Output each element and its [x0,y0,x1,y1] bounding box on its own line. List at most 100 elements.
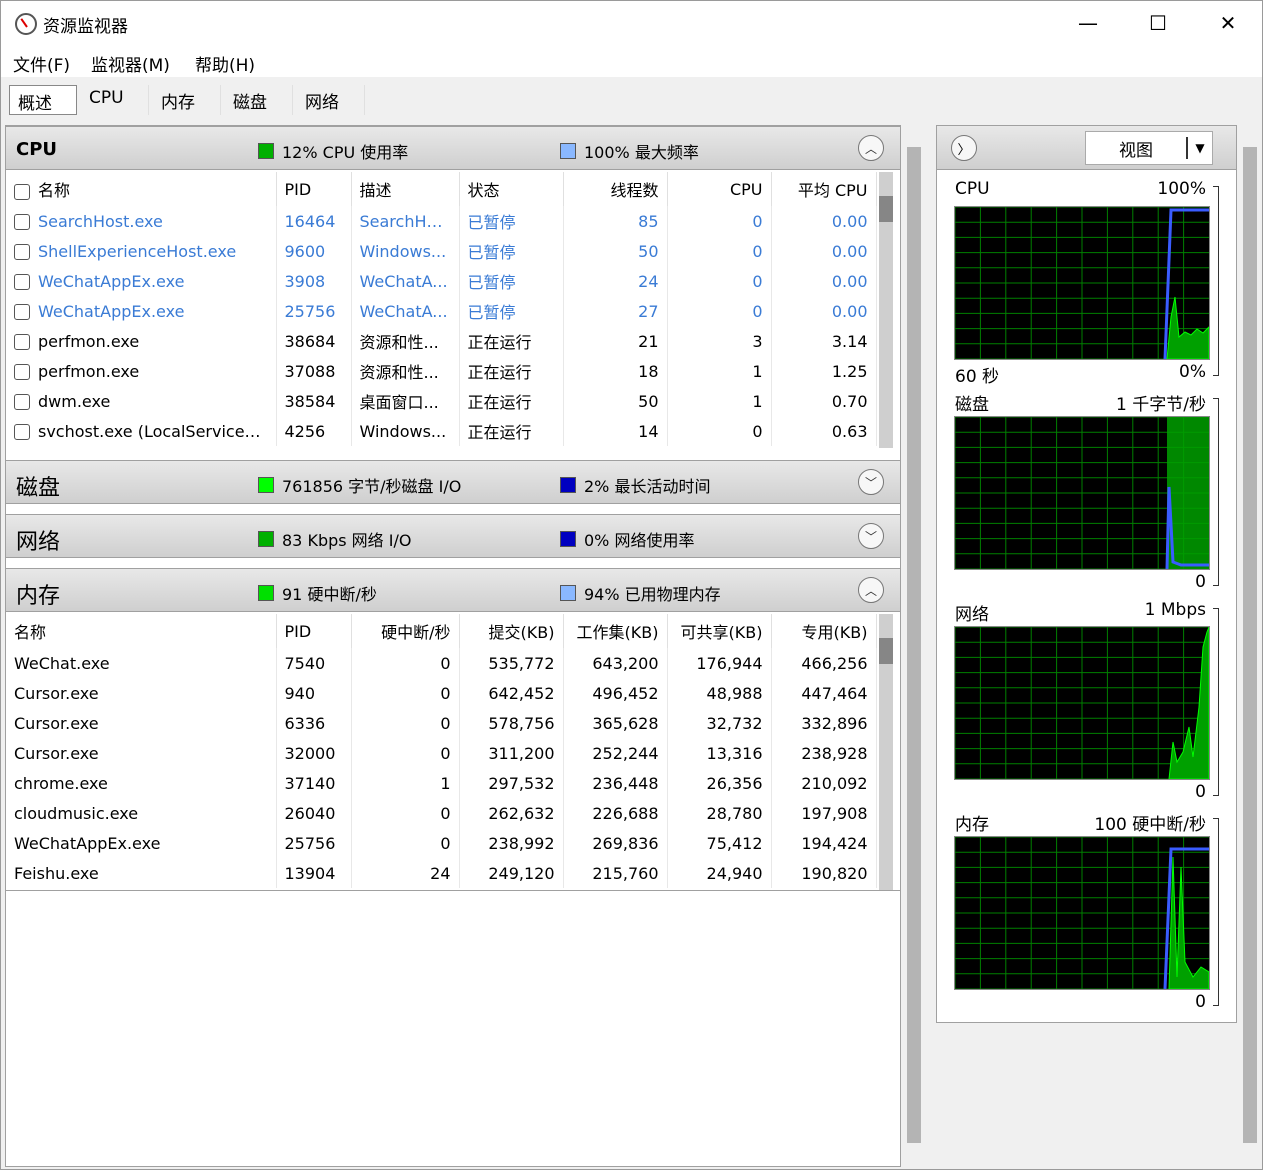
cell-status: 正在运行 [459,416,564,446]
table-row[interactable]: Feishu.exe 13904 24 249,120 215,760 24,940 190… [6,858,877,888]
mem-col-pid[interactable]: PID [276,614,352,648]
disk-active-swatch [560,477,576,493]
dropdown-arrow-icon[interactable]: ▼ [1186,137,1212,159]
mem-col-private[interactable]: 专用(KB) [771,614,877,648]
view-button[interactable]: 视图 ▼ [1085,131,1213,165]
window-title: 资源监视器 [43,17,128,37]
cell-threads: 50 [563,236,668,266]
disk-section-header[interactable]: 磁盘 761856 字节/秒磁盘 I/O 2% 最长活动时间 ﹀ [6,460,900,504]
cpu-section-header[interactable]: CPU 12% CPU 使用率 100% 最大频率 ︿ [6,126,900,170]
menu-help[interactable]: 帮助(H) [195,51,255,76]
cell-pid: 16464 [276,206,352,236]
row-checkbox[interactable] [14,394,30,410]
table-row[interactable]: Cursor.exe 32000 0 311,200 252,244 13,316 238,… [6,738,877,768]
tab-memory[interactable]: 内存 [153,85,221,115]
cell-ws: 236,448 [563,768,668,798]
row-checkbox[interactable] [14,424,30,440]
cell-name: Cursor.exe [6,678,277,708]
menu-file[interactable]: 文件(F) [13,51,70,76]
cell-share: 24,940 [667,858,772,888]
left-pane-scrollbar[interactable] [907,147,921,1143]
cell-pid: 38684 [276,326,352,356]
collapse-memory-button[interactable]: ︿ [858,577,884,603]
col-desc[interactable]: 描述 [351,172,460,206]
mem-col-name[interactable]: 名称 [6,614,277,648]
cpu-graph-max: 100% [1157,179,1206,199]
maximize-button[interactable]: ☐ [1123,1,1193,45]
row-checkbox[interactable] [14,214,30,230]
table-row[interactable]: ShellExperienceHost.exe 9600 Windows... 已暂停… [6,236,877,266]
minimize-button[interactable]: — [1053,1,1123,45]
disk-graph [954,416,1210,570]
col-name[interactable]: 名称 [6,172,277,206]
memory-used-text: 94% 已用物理内存 [584,585,721,604]
cell-commit: 262,632 [459,798,564,828]
right-pane-scrollbar[interactable] [1243,147,1257,1143]
network-graph-title: 网络 [955,605,989,625]
title-bar: 资源监视器 — ☐ ✕ [1,1,1262,45]
select-all-checkbox[interactable] [14,183,30,200]
tab-disk[interactable]: 磁盘 [225,85,293,115]
memory-table-scrollbar[interactable] [879,614,893,890]
row-checkbox[interactable] [14,274,30,290]
cpu-table-scrollbar[interactable] [879,172,893,448]
col-cpu[interactable]: CPU [667,172,772,206]
table-row[interactable]: dwm.exe 38584 桌面窗口... 正在运行 50 1 0.70 [6,386,877,416]
table-row[interactable]: WeChatAppEx.exe 25756 0 238,992 269,836 75,41… [6,828,877,858]
cell-name: chrome.exe [6,768,277,798]
cell-hf: 0 [351,798,460,828]
tab-overview[interactable]: 概述 [9,85,77,115]
cell-threads: 27 [563,296,668,326]
table-row[interactable]: WeChatAppEx.exe 3908 WeChatA... 已暂停 24 0 0.00 [6,266,877,296]
mem-col-shareable[interactable]: 可共享(KB) [667,614,772,648]
disk-graph-svg [955,417,1209,569]
left-pane-scroll-thumb[interactable] [907,147,921,1143]
table-row[interactable]: svchost.exe (LocalServiceNo... 4256 Window… [6,416,877,446]
mem-col-commit[interactable]: 提交(KB) [459,614,564,648]
menu-monitor[interactable]: 监视器(M) [91,51,170,76]
table-row[interactable]: SearchHost.exe 16464 SearchHo... 已暂停 85 0 0.00 [6,206,877,236]
tab-network[interactable]: 网络 [297,85,365,115]
col-avg-cpu[interactable]: 平均 CPU [771,172,877,206]
row-checkbox[interactable] [14,304,30,320]
close-button[interactable]: ✕ [1193,1,1263,45]
memory-scroll-thumb[interactable] [879,638,893,664]
table-row[interactable]: WeChat.exe 7540 0 535,772 643,200 176,944 466,… [6,648,877,678]
table-row[interactable]: chrome.exe 37140 1 297,532 236,448 26,356 210,… [6,768,877,798]
cell-avg: 0.63 [771,416,877,446]
table-row[interactable]: WeChatAppEx.exe 25756 WeChatA... 已暂停 27 0 0.00 [6,296,877,326]
memory-section-header[interactable]: 内存 91 硬中断/秒 94% 已用物理内存 ︿ [6,568,900,612]
graph-pane: 〉 视图 ▼ CPU 100% 60 秒 0% 磁盘 1 千字节/秒 0 网络 … [936,125,1237,1023]
collapse-cpu-button[interactable]: ︿ [858,135,884,161]
cell-commit: 578,756 [459,708,564,738]
mem-col-hard-faults[interactable]: 硬中断/秒 [351,614,460,648]
expand-disk-button[interactable]: ﹀ [858,469,884,495]
right-pane-scroll-thumb[interactable] [1243,147,1257,1143]
row-checkbox[interactable] [14,244,30,260]
cell-cpu: 0 [667,266,772,296]
table-row[interactable]: perfmon.exe 37088 资源和性... 正在运行 18 1 1.25 [6,356,877,386]
disk-graph-bracket [1213,398,1219,586]
mem-col-working-set[interactable]: 工作集(KB) [563,614,668,648]
network-usage-swatch [560,531,576,547]
cell-pid: 13904 [276,858,352,888]
disk-graph-title: 磁盘 [955,395,989,415]
cell-hf: 0 [351,828,460,858]
disk-active-legend: 2% 最长活动时间 [560,473,710,497]
expand-network-button[interactable]: ﹀ [858,523,884,549]
table-row[interactable]: Cursor.exe 940 0 642,452 496,452 48,988 447,46… [6,678,877,708]
table-row[interactable]: Cursor.exe 6336 0 578,756 365,628 32,732 332,8… [6,708,877,738]
table-row[interactable]: cloudmusic.exe 26040 0 262,632 226,688 28,780… [6,798,877,828]
col-threads[interactable]: 线程数 [563,172,668,206]
col-pid[interactable]: PID [276,172,352,206]
table-row[interactable]: perfmon.exe 38684 资源和性... 正在运行 21 3 3.14 [6,326,877,356]
row-checkbox[interactable] [14,364,30,380]
row-checkbox[interactable] [14,334,30,350]
network-section-header[interactable]: 网络 83 Kbps 网络 I/O 0% 网络使用率 ﹀ [6,514,900,558]
cpu-scroll-thumb[interactable] [879,196,893,222]
col-status[interactable]: 状态 [459,172,564,206]
cell-pid: 37088 [276,356,352,386]
chevron-right-icon[interactable]: 〉 [951,135,977,161]
tab-cpu[interactable]: CPU [81,85,149,115]
cell-avg: 1.25 [771,356,877,386]
